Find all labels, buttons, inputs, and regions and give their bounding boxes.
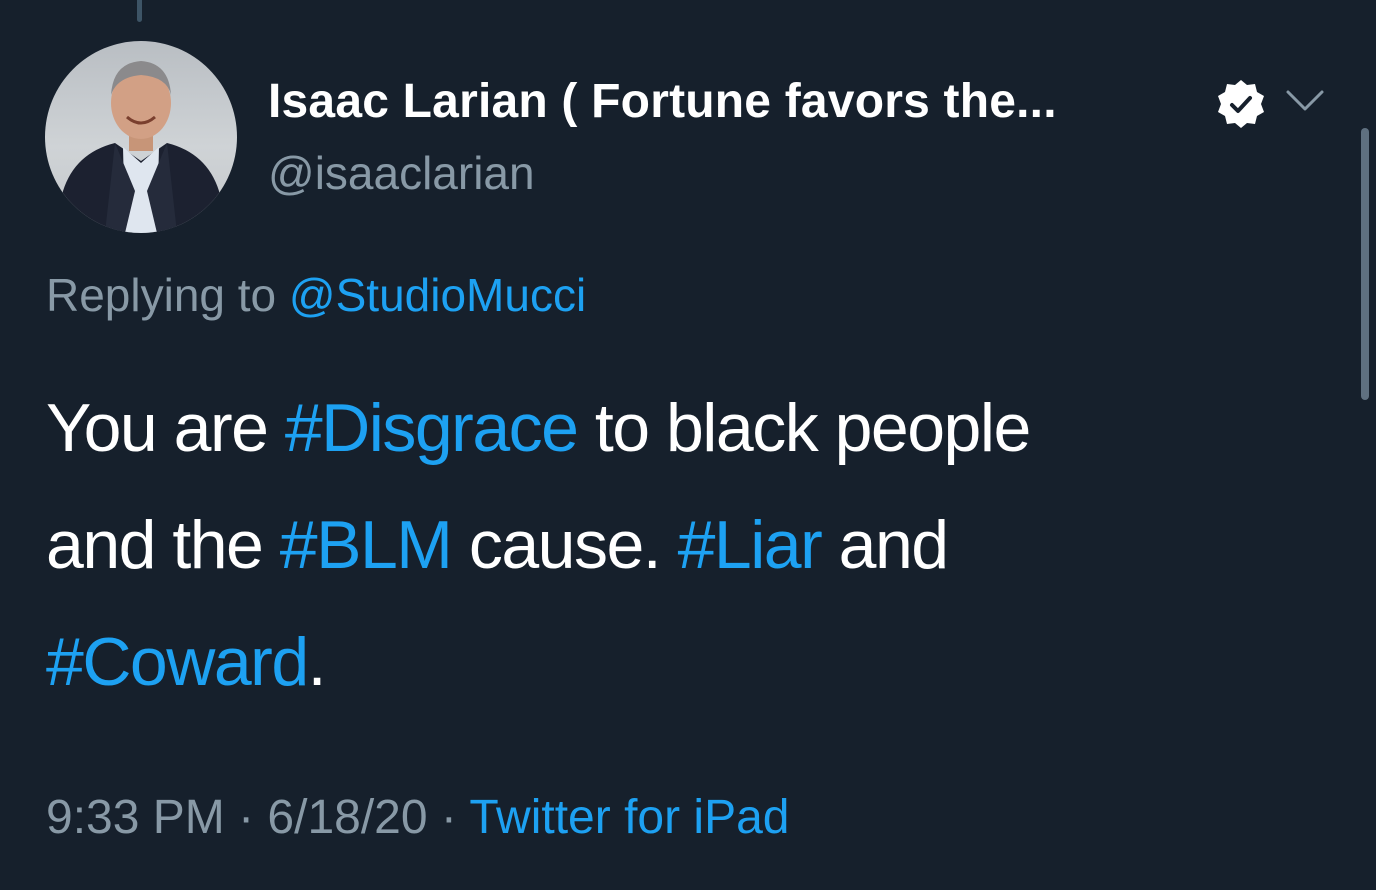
- scrollbar[interactable]: [1361, 128, 1369, 400]
- thread-connector-line: [137, 0, 142, 22]
- tweet-text-line: You are #Disgrace to black people: [46, 370, 1336, 487]
- text-segment: .: [307, 624, 327, 700]
- tweet-date[interactable]: 6/18/20: [267, 791, 427, 844]
- avatar[interactable]: [45, 41, 237, 233]
- meta-separator: ·: [224, 791, 268, 844]
- meta-separator: ·: [427, 791, 470, 844]
- tweet-text-line: and the #BLM cause. #Liar and: [46, 487, 1336, 604]
- text-segment: and the: [46, 507, 280, 583]
- text-segment: cause.: [451, 507, 678, 583]
- chevron-down-icon[interactable]: [1284, 86, 1326, 116]
- tweet-time[interactable]: 9:33 PM: [46, 791, 225, 844]
- hashtag-link[interactable]: #Liar: [678, 507, 823, 583]
- text-segment: to black people: [577, 390, 1031, 466]
- tweet-detail-screen: Isaac Larian ( Fortune favors the... @is…: [0, 0, 1376, 890]
- avatar-image: [55, 61, 227, 233]
- tweet-metadata: 9:33 PM · 6/18/20 · Twitter for iPad: [46, 790, 789, 845]
- text-segment: and: [821, 507, 949, 583]
- hashtag-link[interactable]: #BLM: [280, 507, 453, 583]
- tweet-source-link[interactable]: Twitter for iPad: [469, 791, 789, 844]
- text-segment: You are: [46, 390, 285, 466]
- tweet-text-line: #Coward.: [46, 604, 1336, 721]
- verified-badge-icon: [1218, 80, 1264, 128]
- user-handle[interactable]: @isaaclarian: [268, 146, 535, 200]
- mention-link[interactable]: @StudioMucci: [289, 269, 586, 321]
- replying-to: Replying to @StudioMucci: [46, 268, 586, 322]
- hashtag-link[interactable]: #Coward: [46, 624, 309, 700]
- replying-prefix: Replying to: [46, 269, 277, 321]
- tweet-text: You are #Disgrace to black people and th…: [46, 370, 1336, 721]
- hashtag-link[interactable]: #Disgrace: [285, 390, 579, 466]
- display-name[interactable]: Isaac Larian ( Fortune favors the...: [268, 74, 1057, 129]
